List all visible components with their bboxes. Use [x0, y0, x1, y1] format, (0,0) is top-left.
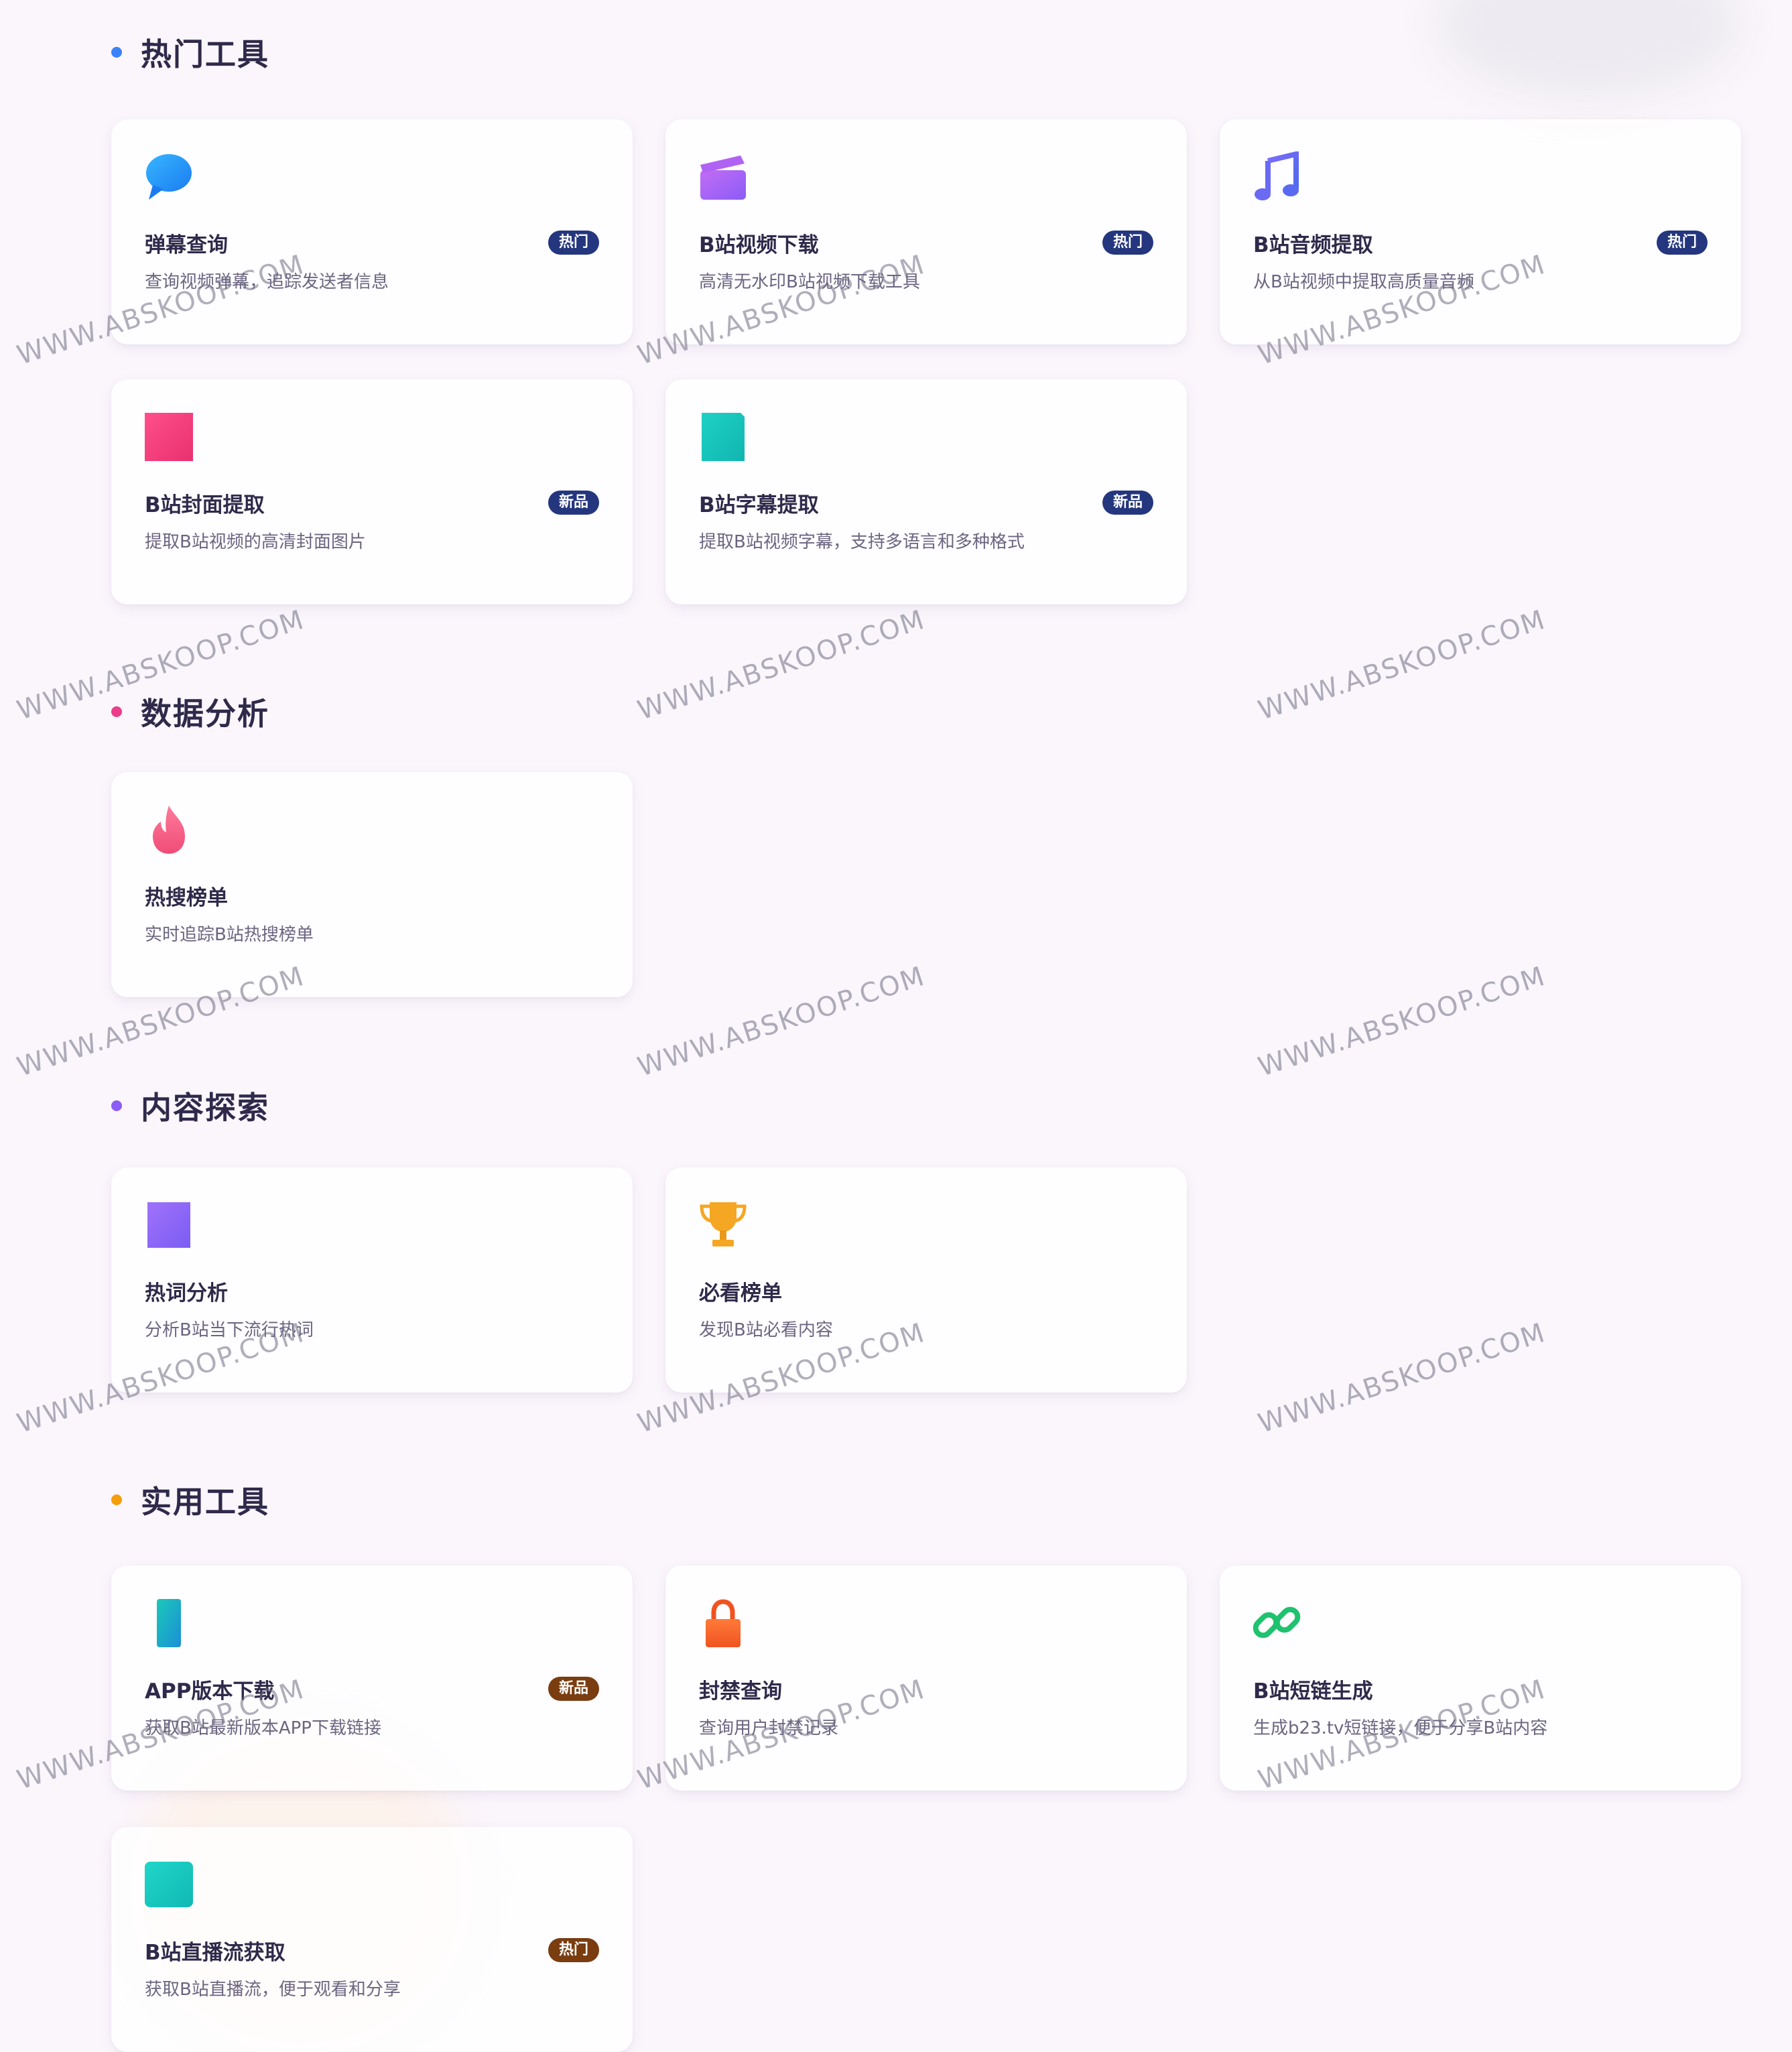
watermark: WWW.ABSKOOP.COM — [1255, 960, 1550, 1083]
section-title-data-analysis: 数据分析 — [111, 685, 269, 739]
card-description: 分析B站当下流行热词 — [145, 1320, 314, 1340]
card-description: 查询视频弹幕，追踪发送者信息 — [145, 272, 389, 292]
image-icon — [143, 411, 194, 462]
hot-badge: 热门 — [1656, 231, 1708, 255]
section-title-text: 数据分析 — [141, 696, 269, 732]
tool-card-hot-words[interactable]: 热词分析 分析B站当下流行热词 — [111, 1167, 633, 1393]
card-description: 获取B站直播流，便于观看和分享 — [145, 1980, 401, 2000]
section-title-text: 热门工具 — [141, 36, 269, 72]
tool-card-subtitle-extract[interactable]: B站字幕提取 新品 提取B站视频字幕，支持多语言和多种格式 — [665, 379, 1187, 604]
watermark: WWW.ABSKOOP.COM — [1255, 604, 1550, 726]
card-description: 从B站视频中提取高质量音频 — [1253, 272, 1474, 292]
tool-card-audio-extract[interactable]: B站音频提取 热门 从B站视频中提取高质量音频 — [1220, 119, 1741, 344]
tool-card-must-watch[interactable]: 必看榜单 发现B站必看内容 — [665, 1167, 1187, 1393]
tool-card-ban-query[interactable]: 封禁查询 查询用户封禁记录 — [665, 1565, 1187, 1791]
watermark: WWW.ABSKOOP.COM — [634, 604, 930, 726]
tool-card-cover-extract[interactable]: B站封面提取 新品 提取B站视频的高清封面图片 — [111, 379, 633, 604]
live-icon — [143, 1859, 194, 1910]
card-title: B站音频提取 — [1253, 233, 1373, 257]
card-title: B站短链生成 — [1253, 1679, 1373, 1704]
section-dot — [111, 47, 122, 58]
hot-badge: 热门 — [548, 231, 599, 255]
chart-icon — [143, 1200, 194, 1251]
trophy-icon — [698, 1200, 749, 1251]
card-title: APP版本下载 — [145, 1679, 275, 1704]
card-description: 发现B站必看内容 — [699, 1320, 833, 1340]
link-icon — [1252, 1598, 1303, 1649]
section-dot — [111, 1100, 122, 1111]
subtitle-icon — [698, 411, 749, 462]
card-title: 封禁查询 — [699, 1679, 782, 1704]
hot-badge: 热门 — [1102, 231, 1153, 255]
section-title-hot-tools: 热门工具 — [111, 25, 269, 79]
tool-card-live-stream[interactable]: B站直播流获取 热门 获取B站直播流，便于观看和分享 — [111, 1827, 633, 2052]
new-badge: 新品 — [1102, 491, 1153, 515]
section-title-text: 内容探索 — [141, 1090, 269, 1126]
card-description: 提取B站视频字幕，支持多语言和多种格式 — [699, 532, 1025, 552]
card-description: 查询用户封禁记录 — [699, 1718, 839, 1738]
tool-card-short-link[interactable]: B站短链生成 生成b23.tv短链接，便于分享B站内容 — [1220, 1565, 1741, 1791]
card-title: B站视频下载 — [699, 233, 819, 257]
tool-card-hot-search[interactable]: 热搜榜单 实时追踪B站热搜榜单 — [111, 772, 633, 997]
card-title: 热词分析 — [145, 1281, 228, 1305]
card-title: 热搜榜单 — [145, 886, 228, 910]
card-description: 获取B站最新版本APP下载链接 — [145, 1718, 381, 1738]
section-title-content-explore: 内容探索 — [111, 1079, 269, 1133]
tool-card-danmaku-query[interactable]: 弹幕查询 热门 查询视频弹幕，追踪发送者信息 — [111, 119, 633, 344]
fire-icon — [143, 804, 194, 855]
new-badge: 新品 — [548, 491, 599, 515]
card-title: 必看榜单 — [699, 1281, 782, 1305]
card-description: 提取B站视频的高清封面图片 — [145, 532, 366, 552]
card-title: B站封面提取 — [145, 493, 265, 517]
watermark: WWW.ABSKOOP.COM — [1255, 1317, 1550, 1439]
hot-badge: 热门 — [548, 1938, 599, 1962]
section-dot — [111, 1494, 122, 1505]
background-cloud — [1434, 0, 1742, 101]
speech-bubble-icon — [143, 151, 194, 202]
tool-card-video-download[interactable]: B站视频下载 热门 高清无水印B站视频下载工具 — [665, 119, 1187, 344]
watermark: WWW.ABSKOOP.COM — [634, 960, 930, 1083]
section-title-utility-tools: 实用工具 — [111, 1473, 269, 1527]
tool-card-app-download[interactable]: APP版本下载 新品 获取B站最新版本APP下载链接 — [111, 1565, 633, 1791]
lock-icon — [698, 1598, 749, 1649]
phone-icon — [143, 1598, 194, 1649]
clapperboard-icon — [698, 151, 749, 202]
music-note-icon — [1252, 151, 1303, 202]
card-description: 高清无水印B站视频下载工具 — [699, 272, 920, 292]
card-description: 生成b23.tv短链接，便于分享B站内容 — [1253, 1718, 1548, 1738]
card-title: B站字幕提取 — [699, 493, 819, 517]
section-dot — [111, 706, 122, 717]
new-badge: 新品 — [548, 1677, 599, 1701]
card-title: 弹幕查询 — [145, 233, 228, 257]
card-title: B站直播流获取 — [145, 1941, 285, 1965]
section-title-text: 实用工具 — [141, 1484, 269, 1520]
card-description: 实时追踪B站热搜榜单 — [145, 925, 314, 945]
